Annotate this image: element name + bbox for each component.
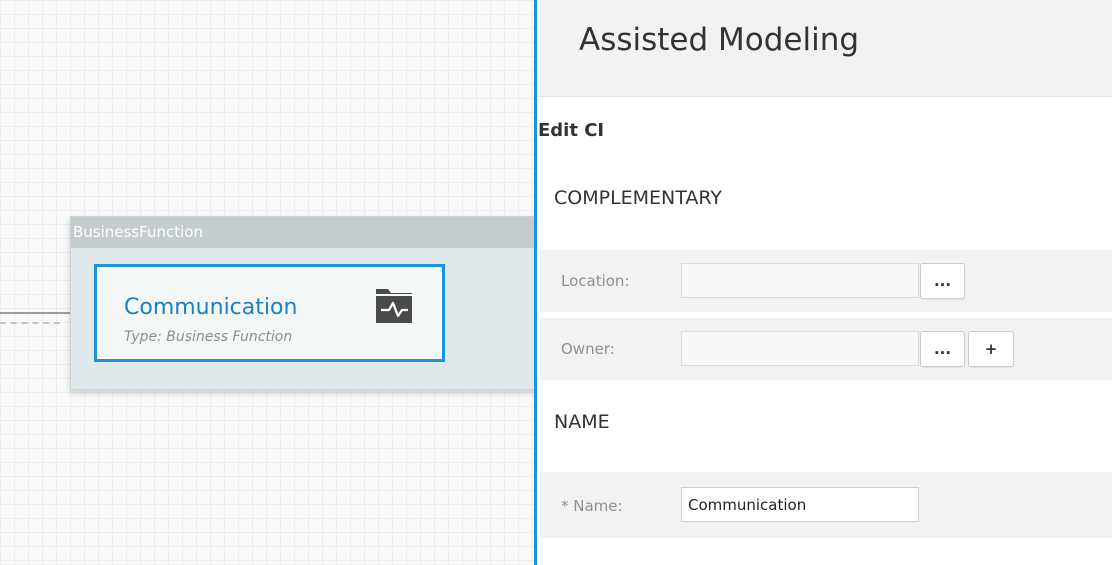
- group-header: BusinessFunction: [71, 217, 534, 248]
- location-row: Location: ...: [540, 250, 1112, 312]
- assisted-modeling-panel: Assisted Modeling Edit CI COMPLEMENTARY …: [534, 0, 1112, 565]
- name-label: * Name:: [561, 497, 623, 515]
- node-title: Communication: [124, 295, 298, 320]
- ci-node-communication[interactable]: Communication Type: Business Function: [94, 264, 445, 362]
- name-input[interactable]: [681, 487, 919, 522]
- owner-browse-button[interactable]: ...: [920, 331, 965, 367]
- owner-add-button[interactable]: +: [968, 331, 1014, 367]
- location-input[interactable]: [681, 263, 919, 298]
- relation-connector[interactable]: [0, 312, 72, 314]
- owner-input[interactable]: [681, 331, 919, 366]
- edit-ci-label: Edit CI: [538, 120, 605, 141]
- section-title-name: NAME: [554, 411, 610, 433]
- relation-connector-dashed: [0, 322, 60, 324]
- location-label: Location:: [561, 272, 630, 290]
- business-function-icon: [376, 289, 412, 323]
- section-title-complementary: COMPLEMENTARY: [554, 187, 722, 209]
- owner-label: Owner:: [561, 340, 615, 358]
- name-row: * Name:: [540, 472, 1112, 538]
- panel-title: Assisted Modeling: [579, 22, 860, 58]
- node-type-label: Type: Business Function: [124, 329, 293, 345]
- owner-row: Owner: ... +: [540, 318, 1112, 380]
- business-function-group[interactable]: BusinessFunction Communication Type: Bus…: [70, 216, 534, 390]
- panel-header: Assisted Modeling: [537, 0, 1112, 97]
- location-browse-button[interactable]: ...: [920, 263, 965, 299]
- model-canvas[interactable]: BusinessFunction Communication Type: Bus…: [0, 0, 534, 565]
